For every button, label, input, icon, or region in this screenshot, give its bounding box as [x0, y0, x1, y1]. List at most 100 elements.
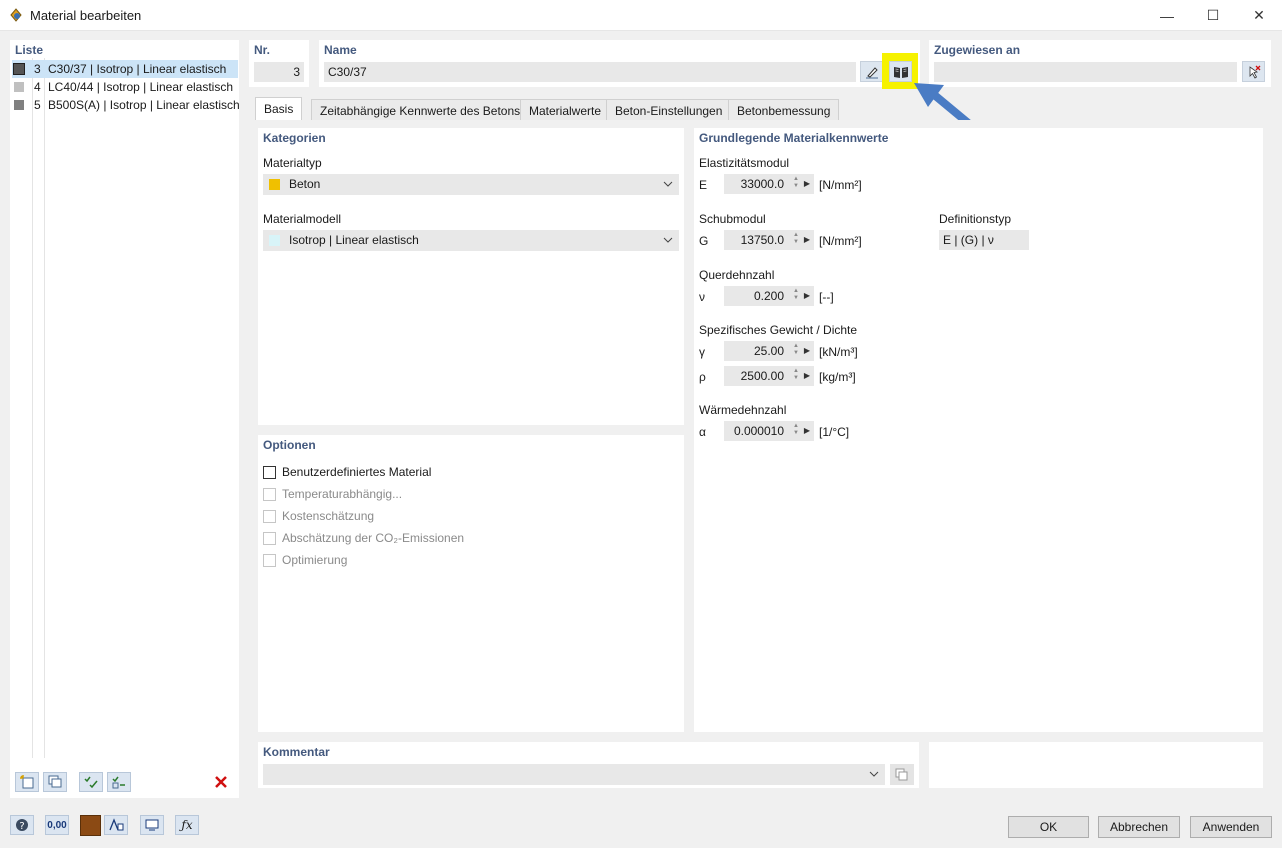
- edit-name-button[interactable]: [860, 61, 883, 82]
- list-divider: [32, 58, 33, 758]
- cost-checkbox: [263, 510, 276, 523]
- rho-symbol: ρ: [699, 370, 706, 384]
- poisson-unit: [--]: [819, 290, 834, 304]
- material-model-value: Isotrop | Linear elastisch: [289, 233, 419, 247]
- comment-copy-button[interactable]: [890, 764, 914, 785]
- list-item-number: 4: [34, 80, 41, 94]
- weight-density-label: Spezifisches Gewicht / Dichte: [699, 323, 858, 337]
- spinner-icon[interactable]: ▲ ▼: [793, 343, 799, 357]
- gamma-value: 25.00: [753, 344, 784, 358]
- list-item[interactable]: 4 LC40/44 | Isotrop | Linear elastisch: [12, 78, 238, 96]
- play-icon[interactable]: ▶: [804, 341, 810, 361]
- list-item[interactable]: 5 B500S(A) | Isotrop | Linear elastisch: [12, 96, 240, 114]
- minimize-button[interactable]: —: [1144, 0, 1190, 31]
- spinner-icon[interactable]: ▲ ▼: [793, 176, 799, 190]
- rho-input[interactable]: 2500.00 ▲ ▼ ▶: [724, 366, 814, 386]
- copy-icon: [895, 768, 908, 780]
- check-selection-button[interactable]: [107, 772, 131, 792]
- select-assignment-button[interactable]: [1242, 61, 1265, 82]
- play-icon[interactable]: ▶: [804, 174, 810, 194]
- new-material-button[interactable]: [15, 772, 39, 792]
- material-color-swatch: [14, 100, 24, 110]
- shear-modulus-input[interactable]: 13750.0 ▲ ▼ ▶: [724, 230, 814, 250]
- material-model-label: Materialmodell: [263, 212, 342, 226]
- optimization-checkbox: [263, 554, 276, 567]
- svg-text:?: ?: [19, 821, 24, 832]
- shear-modulus-label: Schubmodul: [699, 212, 766, 226]
- comment-select[interactable]: [263, 764, 885, 785]
- tab-basis[interactable]: Basis: [255, 97, 303, 121]
- list-item-number: 5: [34, 98, 41, 112]
- app-icon: [8, 7, 24, 23]
- options-panel: Optionen Benutzerdefiniertes Material Te…: [258, 435, 684, 732]
- thermal-value: 0.000010: [733, 424, 784, 438]
- poisson-input[interactable]: 0.200 ▲ ▼ ▶: [724, 286, 814, 306]
- decimal-places-button[interactable]: 0,00: [45, 815, 69, 835]
- tab-concrete-settings[interactable]: Beton-Einstellungen: [606, 99, 732, 121]
- definition-type-field[interactable]: E | (G) | ν: [939, 230, 1029, 250]
- play-icon[interactable]: ▶: [804, 366, 810, 386]
- name-label: Name: [324, 43, 357, 57]
- list-item-label: B500S(A) | Isotrop | Linear elastisch: [48, 98, 240, 112]
- number-field[interactable]: 3: [254, 62, 304, 82]
- material-type-label: Materialtyp: [263, 156, 322, 170]
- play-icon[interactable]: ▶: [804, 286, 810, 306]
- title-bar: Material bearbeiten — ☐ ✕: [0, 0, 1282, 31]
- view-button[interactable]: [140, 815, 164, 835]
- temperature-checkbox: [263, 488, 276, 501]
- categories-title: Kategorien: [263, 131, 326, 145]
- copy-material-button[interactable]: [43, 772, 67, 792]
- units-button[interactable]: [104, 815, 128, 835]
- play-icon[interactable]: ▶: [804, 230, 810, 250]
- delete-icon: [215, 776, 227, 788]
- maximize-button[interactable]: ☐: [1190, 0, 1236, 31]
- spinner-icon[interactable]: ▲ ▼: [793, 368, 799, 382]
- e-modulus-input[interactable]: 33000.0 ▲ ▼ ▶: [724, 174, 814, 194]
- option-label: Benutzerdefiniertes Material: [282, 465, 432, 479]
- gamma-unit: [kN/m³]: [819, 345, 858, 359]
- option-label: Kostenschätzung: [282, 509, 375, 523]
- window-title: Material bearbeiten: [30, 8, 142, 23]
- e-modulus-value: 33000.0: [740, 177, 784, 191]
- rho-value: 2500.00: [740, 369, 784, 383]
- tab-time-dependent[interactable]: Zeitabhängige Kennwerte des Betons: [311, 99, 530, 121]
- material-color-button[interactable]: [80, 815, 101, 836]
- help-icon: ?: [16, 819, 28, 832]
- user-defined-checkbox[interactable]: [263, 466, 276, 479]
- material-model-select[interactable]: Isotrop | Linear elastisch: [263, 230, 679, 251]
- basic-values-panel: Grundlegende Materialkennwerte Elastizit…: [694, 128, 1263, 732]
- chevron-down-icon: [663, 174, 673, 195]
- list-item[interactable]: 3 C30/37 | Isotrop | Linear elastisch: [12, 60, 238, 78]
- list-item-label: LC40/44 | Isotrop | Linear elastisch: [48, 80, 234, 94]
- tab-material-values[interactable]: Materialwerte: [520, 99, 611, 121]
- apply-button[interactable]: Anwenden: [1190, 816, 1272, 838]
- edit-icon: [865, 66, 878, 78]
- spinner-icon[interactable]: ▲ ▼: [793, 232, 799, 246]
- name-field[interactable]: C30/37: [324, 62, 856, 82]
- help-button[interactable]: ?: [10, 815, 34, 835]
- delete-material-button[interactable]: [209, 772, 233, 792]
- spinner-icon[interactable]: ▲ ▼: [793, 423, 799, 437]
- cancel-button[interactable]: Abbrechen: [1098, 816, 1180, 838]
- material-type-select[interactable]: Beton: [263, 174, 679, 195]
- ok-button[interactable]: OK: [1008, 816, 1089, 838]
- option-label: Abschätzung der CO₂-Emissionen: [282, 531, 465, 545]
- tab-concrete-design[interactable]: Betonbemessung: [728, 99, 840, 121]
- co2-checkbox: [263, 532, 276, 545]
- option-label: Optimierung: [282, 553, 348, 567]
- play-icon[interactable]: ▶: [804, 421, 810, 441]
- formula-icon: ƒx: [181, 818, 193, 832]
- option-label: Temperaturabhängig...: [282, 487, 403, 501]
- close-button[interactable]: ✕: [1236, 0, 1282, 31]
- comment-label: Kommentar: [263, 745, 330, 759]
- formula-button[interactable]: ƒx: [175, 815, 199, 835]
- thermal-input[interactable]: 0.000010 ▲ ▼ ▶: [724, 421, 814, 441]
- check-all-button[interactable]: [79, 772, 103, 792]
- gamma-input[interactable]: 25.00 ▲ ▼ ▶: [724, 341, 814, 361]
- copy-icon: [48, 775, 62, 788]
- shear-modulus-unit: [N/mm²]: [819, 234, 862, 248]
- spinner-icon[interactable]: ▲ ▼: [793, 288, 799, 302]
- chevron-down-icon: [663, 230, 673, 251]
- material-list-panel: Liste: [10, 40, 239, 798]
- list-item-label: C30/37 | Isotrop | Linear elastisch: [48, 62, 227, 76]
